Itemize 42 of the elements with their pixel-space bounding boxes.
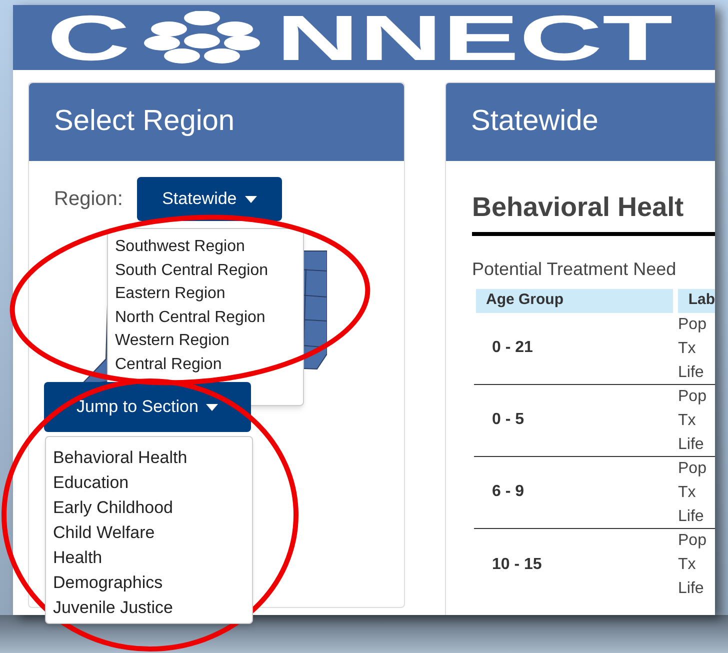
table-cell-text: Pop bbox=[678, 386, 706, 406]
table-cell-text: Tx bbox=[678, 482, 697, 502]
caret-icon bbox=[206, 404, 218, 410]
table-cell-text: 0 - 5 bbox=[492, 410, 524, 430]
table-cell-text: Pop bbox=[678, 314, 706, 334]
section-heading: Behavioral Healt bbox=[472, 192, 684, 222]
table-cell-text: Life bbox=[678, 506, 705, 526]
section-menu-item[interactable]: Health bbox=[53, 545, 252, 570]
table-cell-text: 0 - 21 bbox=[492, 338, 533, 358]
logo-text: C bbox=[47, 10, 130, 66]
table-cell-text: Life bbox=[678, 578, 705, 598]
region-menu-item[interactable]: Southwest Region bbox=[115, 235, 303, 258]
table-cell-text: Life bbox=[678, 434, 705, 454]
region-menu-item[interactable]: North Central Region bbox=[115, 306, 303, 329]
section-menu-item[interactable]: Demographics bbox=[53, 570, 252, 595]
region-dropdown-button[interactable]: Statewide bbox=[136, 177, 282, 221]
table-cell-text: Pop bbox=[678, 458, 706, 478]
panel-title: Select Region bbox=[54, 104, 235, 140]
region-label: Region: bbox=[54, 187, 123, 212]
section-dropdown-button[interactable]: Jump to Section bbox=[44, 382, 251, 432]
section-menu-item[interactable]: Early Childhood bbox=[53, 495, 252, 520]
region-menu-item[interactable]: Central Region bbox=[115, 352, 303, 376]
region-menu-item[interactable]: Eastern Region bbox=[115, 282, 303, 306]
panel-title: Statewide bbox=[471, 104, 598, 140]
table-cell-text: 10 - 15 bbox=[492, 554, 542, 574]
table-cell-text: Life bbox=[678, 362, 705, 382]
section-menu-item[interactable]: Juvenile Justice bbox=[53, 595, 252, 620]
logo-text: NNECT bbox=[276, 10, 673, 66]
section-menu-item[interactable]: Child Welfare bbox=[53, 520, 252, 545]
table-cell-text: Tx bbox=[678, 554, 697, 574]
table-cell-text: 6 - 9 bbox=[492, 482, 524, 502]
table-cell-text: Tx bbox=[678, 410, 697, 430]
table-caption: Potential Treatment Need bbox=[472, 258, 676, 278]
table-cell-text: Pop bbox=[678, 530, 706, 550]
caret-icon bbox=[244, 196, 257, 202]
region-menu-item[interactable]: Western Region bbox=[115, 329, 303, 352]
region-menu-item[interactable]: South Central Region bbox=[115, 258, 303, 282]
section-menu-item[interactable]: Behavioral Health bbox=[53, 445, 252, 470]
column-header: Lab bbox=[678, 288, 715, 312]
column-header: Age Group bbox=[476, 288, 674, 312]
section-menu-item[interactable]: Education bbox=[53, 470, 252, 495]
table-cell-text: Tx bbox=[678, 338, 697, 358]
